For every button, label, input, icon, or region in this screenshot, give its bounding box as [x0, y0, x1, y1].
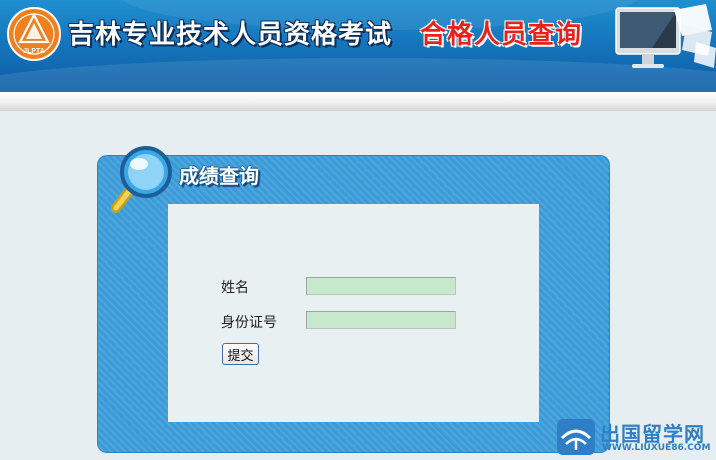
watermark-url: WWW.LIUXUE86.COM [602, 443, 711, 453]
watermark-logo [557, 419, 595, 455]
panel-title: 成绩查询 [179, 164, 259, 188]
logo-text: JLPTA [23, 48, 45, 55]
page-subtitle: 合格人员查询 [420, 20, 583, 50]
magnifier-icon [111, 146, 172, 213]
name-input[interactable] [306, 277, 456, 295]
id-number-label: 身份证号 [221, 315, 277, 331]
submit-button[interactable]: 提交 [222, 343, 259, 365]
jlpta-logo: JLPTA [7, 7, 61, 61]
name-label: 姓名 [221, 280, 249, 296]
id-number-input[interactable] [306, 311, 456, 329]
nav-strip [0, 92, 716, 111]
banner-decoration [0, 58, 716, 92]
site-title: 吉林专业技术人员资格考试 [68, 20, 393, 50]
header-banner: JLPTA 吉林专业技术人员资格考试 合格人员查询 [0, 0, 716, 92]
monitor-illustration [615, 4, 716, 68]
